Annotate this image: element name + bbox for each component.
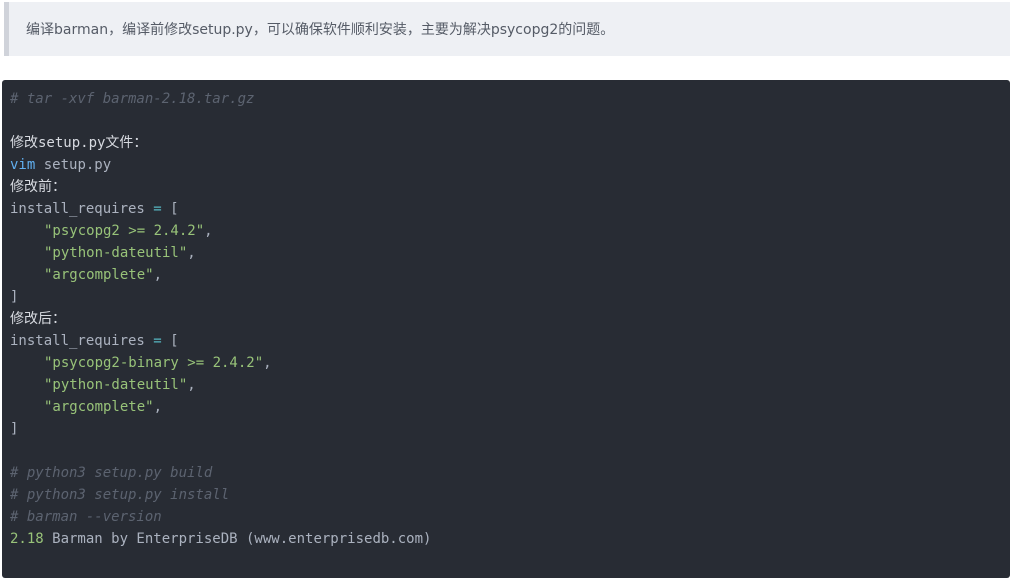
code-line-16: ] [10, 418, 1010, 440]
code-text: 修改setup.py文件： [10, 135, 148, 151]
code-punct: , [187, 377, 196, 393]
code-line-12: install_requires = [ [10, 330, 1010, 352]
code-identifier: install_requires [10, 201, 145, 217]
code-punct: , [187, 245, 196, 261]
code-line-3: 修改setup.py文件： [10, 132, 1010, 154]
code-line-13: "psycopg2-binary >= 2.4.2", [10, 352, 1010, 374]
code-block[interactable]: # tar -xvf barman-2.18.tar.gz 修改setup.py… [2, 80, 1010, 578]
code-line-5: 修改前： [10, 176, 1010, 198]
code-line-1: # tar -xvf barman-2.18.tar.gz [10, 88, 1010, 110]
code-string: "argcomplete" [44, 267, 154, 283]
note-callout: 编译barman，编译前修改setup.py，可以确保软件顺利安装，主要为解决p… [4, 2, 1010, 56]
code-comment: # python3 setup.py install [10, 487, 230, 503]
code-line-10: ] [10, 286, 1010, 308]
code-comment: # python3 setup.py build [10, 465, 213, 481]
code-line-19: # python3 setup.py install [10, 484, 1010, 506]
code-line-8: "python-dateutil", [10, 242, 1010, 264]
code-text: 修改前： [10, 179, 66, 195]
code-text: 修改后： [10, 311, 66, 327]
code-string: "python-dateutil" [44, 245, 188, 261]
code-bracket: ] [10, 289, 19, 305]
code-number: 2.18 [10, 531, 44, 547]
code-line-7: "psycopg2 >= 2.4.2", [10, 220, 1010, 242]
code-comment: # tar -xvf barman-2.18.tar.gz [10, 91, 255, 107]
code-operator: = [153, 201, 162, 217]
code-bracket: [ [170, 333, 179, 349]
code-string: "argcomplete" [44, 399, 154, 415]
code-string: "psycopg2-binary >= 2.4.2" [44, 355, 264, 371]
code-keyword: vim [10, 157, 36, 173]
code-identifier: install_requires [10, 333, 145, 349]
code-line-4: vim setup.py [10, 154, 1010, 176]
code-line-11: 修改后： [10, 308, 1010, 330]
code-line-18: # python3 setup.py build [10, 462, 1010, 484]
code-line-9: "argcomplete", [10, 264, 1010, 286]
code-comment: # barman --version [10, 509, 162, 525]
code-line-14: "python-dateutil", [10, 374, 1010, 396]
code-line-6: install_requires = [ [10, 198, 1010, 220]
code-string: "psycopg2 >= 2.4.2" [44, 223, 205, 239]
code-bracket: ] [10, 421, 19, 437]
code-punct: , [153, 267, 163, 283]
note-text: 编译barman，编译前修改setup.py，可以确保软件顺利安装，主要为解决p… [26, 22, 615, 38]
code-bracket: [ [170, 201, 179, 217]
code-operator: = [153, 333, 162, 349]
code-output: Barman by EnterpriseDB (www.enterprisedb… [43, 531, 432, 547]
code-line-20: # barman --version [10, 506, 1010, 528]
code-plain: setup.py [35, 157, 112, 173]
code-string: "python-dateutil" [44, 377, 188, 393]
code-punct: , [204, 223, 213, 239]
code-punct: , [263, 355, 272, 371]
code-punct: , [153, 399, 163, 415]
code-line-21: 2.18 Barman by EnterpriseDB (www.enterpr… [10, 528, 1010, 550]
code-line-15: "argcomplete", [10, 396, 1010, 418]
